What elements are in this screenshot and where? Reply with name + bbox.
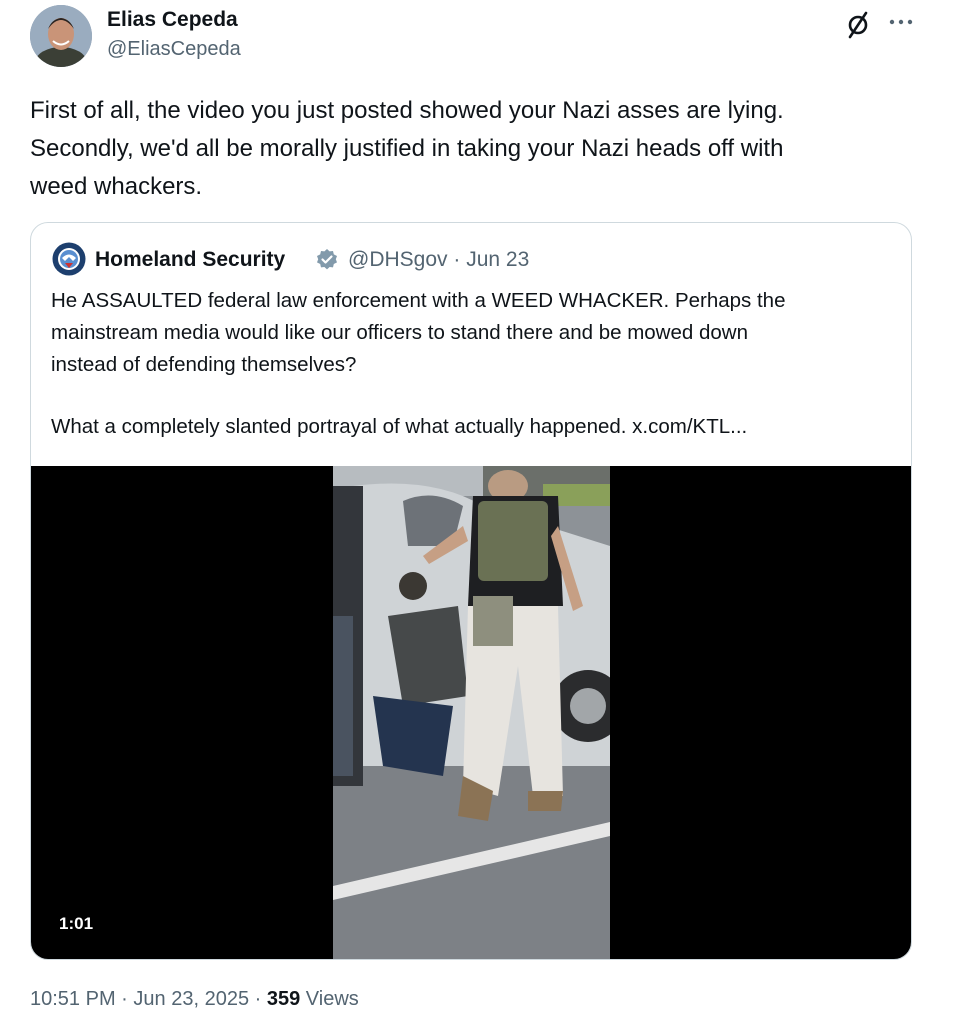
meta-separator: · [453,248,461,271]
grok-icon[interactable] [843,10,873,40]
meta-separator: · [121,988,128,1010]
more-icon[interactable] [886,10,916,34]
views-label: Views [305,988,359,1010]
post-meta: 10:51 PM · Jun 23, 2025 · 359 Views [30,988,359,1011]
author-name[interactable]: Elias Cepeda [107,8,238,32]
post-text-line: weed whackers. [30,173,203,200]
quoted-author-avatar[interactable] [51,241,87,277]
author-avatar[interactable] [30,5,92,67]
author-handle[interactable]: @EliasCepeda [107,38,241,61]
quoted-post-date[interactable]: Jun 23 [466,248,529,271]
quoted-author-handle[interactable]: @DHSgov [348,248,448,271]
post-text: First of all, the video you just posted … [30,92,930,206]
post-text-line: First of all, the video you just posted … [30,97,784,124]
video-duration: 1:01 [59,914,94,933]
quoted-post-card[interactable]: Homeland Security @DHSgov · Jun 23 He AS… [30,222,912,960]
meta-separator: · [254,988,262,1010]
video-player[interactable]: 1:01 [31,466,911,959]
views-count: 359 [266,988,301,1010]
post-time[interactable]: 10:51 PM [30,988,116,1010]
post-text-line: Secondly, we'd all be morally justified … [30,135,784,162]
quoted-author-name[interactable]: Homeland Security [95,248,285,272]
quoted-text-line: He ASSAULTED federal law enforcement wit… [51,289,786,312]
quoted-text-line: mainstream media would like our officers… [51,321,748,344]
quoted-post-text: He ASSAULTED federal law enforcement wit… [51,285,901,443]
quoted-text-line: instead of defending themselves? [51,353,357,376]
quoted-meta: @DHSgov · Jun 23 [348,248,529,272]
quoted-text-line: What a completely slanted portrayal of w… [51,415,748,438]
verified-badge-icon [315,248,339,272]
post-date[interactable]: Jun 23, 2025 [133,988,249,1010]
video-frame [333,466,610,959]
